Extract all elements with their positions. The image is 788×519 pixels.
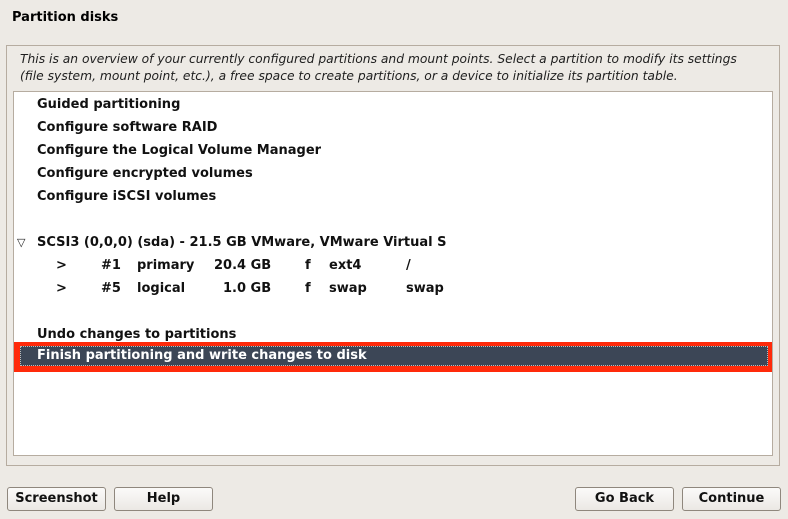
disk-row[interactable]: ▽ SCSI3 (0,0,0) (sda) - 21.5 GB VMware, … xyxy=(14,231,754,254)
continue-button[interactable]: Continue xyxy=(682,487,781,511)
partition-arrow-icon: > xyxy=(56,281,67,296)
partition-size: 20.4 GB xyxy=(214,258,272,273)
description-text: This is an overview of your currently co… xyxy=(20,51,780,85)
partition-type: primary xyxy=(137,258,195,273)
menu-item-label: Guided partitioning xyxy=(37,97,181,112)
description-line-1: This is an overview of your currently co… xyxy=(20,52,737,66)
triangle-down-icon[interactable]: ▽ xyxy=(17,231,25,254)
partition-number: #1 xyxy=(101,258,121,273)
partition-number: #5 xyxy=(101,281,121,296)
disk-label: SCSI3 (0,0,0) (sda) - 21.5 GB VMware, VM… xyxy=(37,235,447,250)
partition-arrow-icon: > xyxy=(56,258,67,273)
partition-filesystem: ext4 xyxy=(329,258,362,273)
description-line-2: (file system, mount point, etc.), a free… xyxy=(20,69,678,83)
finish-partitioning-item[interactable]: Finish partitioning and write changes to… xyxy=(14,342,772,372)
partition-list[interactable]: Guided partitioning Configure software R… xyxy=(13,91,773,456)
partition-row[interactable]: > #1 primary 20.4 GB f ext4 / xyxy=(14,254,754,277)
go-back-button[interactable]: Go Back xyxy=(575,487,674,511)
partition-filesystem: swap xyxy=(329,281,367,296)
partition-size: 1.0 GB xyxy=(223,281,272,296)
screenshot-button[interactable]: Screenshot xyxy=(7,487,106,511)
page-title: Partition disks xyxy=(12,10,119,25)
menu-item-label: Configure encrypted volumes xyxy=(37,166,253,181)
partition-row[interactable]: > #5 logical 1.0 GB f swap swap xyxy=(14,277,754,300)
partition-flag: f xyxy=(305,258,311,273)
selection-highlight: Finish partitioning and write changes to… xyxy=(20,346,768,366)
menu-item-label: Configure the Logical Volume Manager xyxy=(37,143,322,158)
menu-item-label: Configure software RAID xyxy=(37,120,218,135)
partition-type: logical xyxy=(137,281,186,296)
partition-flag: f xyxy=(305,281,311,296)
help-button[interactable]: Help xyxy=(114,487,213,511)
partition-mount: / xyxy=(406,258,411,273)
menu-item-label: Configure iSCSI volumes xyxy=(37,189,217,204)
menu-item-label: Finish partitioning and write changes to… xyxy=(37,348,367,363)
partition-mount: swap xyxy=(406,281,444,296)
